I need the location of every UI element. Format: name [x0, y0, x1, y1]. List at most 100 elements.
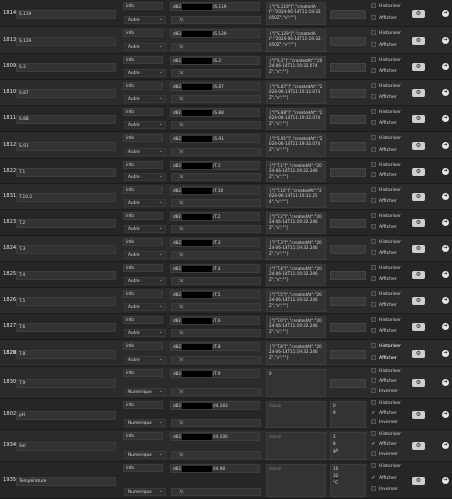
gear-icon[interactable]: ⚙	[412, 115, 425, 123]
afficher-checkbox[interactable]: Afficher	[371, 378, 397, 384]
afficher-checkbox[interactable]: Afficher	[371, 328, 397, 334]
logical-id-input[interactable]: d82/S.88	[170, 108, 260, 117]
checkbox-box[interactable]	[371, 83, 376, 88]
checkbox-box[interactable]	[371, 463, 376, 469]
checkbox-box[interactable]	[371, 328, 376, 333]
afficher-checkbox[interactable]: ✓ Afficher	[371, 441, 396, 447]
gear-icon[interactable]: ⚙	[412, 89, 425, 97]
command-name-input[interactable]: S.91	[16, 142, 116, 151]
unit-input[interactable]: ℳ	[171, 148, 261, 156]
checkbox-box[interactable]	[371, 213, 376, 218]
config-input[interactable]	[330, 271, 366, 280]
checkbox-box[interactable]	[371, 378, 376, 383]
config-input[interactable]	[330, 115, 366, 124]
gear-icon[interactable]: ⚙	[412, 271, 425, 279]
command-subtype-select[interactable]: Autre	[124, 173, 166, 181]
unit-input[interactable]: ℳ	[171, 95, 261, 103]
config-input[interactable]	[330, 89, 366, 98]
historiser-checkbox[interactable]: Historiser	[371, 109, 401, 115]
arrow-right-circle-icon[interactable]: ➜	[442, 193, 449, 200]
command-subtype-select[interactable]: Autre	[124, 95, 166, 103]
afficher-checkbox[interactable]: Afficher	[371, 250, 397, 256]
arrow-right-circle-icon[interactable]: ➜	[442, 115, 449, 122]
gear-icon[interactable]: ⚙	[412, 477, 425, 485]
arrow-right-circle-icon[interactable]: ➜	[442, 89, 449, 96]
command-name-input[interactable]: T.2	[16, 219, 116, 228]
command-name-input[interactable]: T.3	[16, 245, 116, 254]
logical-id-input[interactable]: d82/T.3	[170, 238, 260, 247]
unit-input[interactable]: ℳ	[171, 199, 261, 207]
historiser-checkbox[interactable]: Historiser	[371, 187, 401, 193]
logical-id-input[interactable]: d82/S.87	[170, 82, 260, 91]
checkbox-box[interactable]	[371, 3, 376, 9]
historiser-checkbox[interactable]: Historiser	[371, 431, 401, 437]
command-name-input[interactable]: S.119	[16, 10, 116, 19]
unit-input[interactable]: ℳ	[171, 43, 261, 51]
historiser-checkbox[interactable]: Historiser	[371, 291, 401, 297]
command-subtype-select[interactable]: Numerique	[124, 488, 166, 496]
min-max-fields[interactable]: 10 32 °C	[330, 464, 366, 497]
logical-id-input[interactable]: d82/T.10	[170, 186, 260, 195]
config-input[interactable]	[330, 219, 366, 228]
config-input[interactable]	[330, 297, 366, 306]
arrow-right-circle-icon[interactable]: ➜	[442, 142, 449, 149]
gear-icon[interactable]: ⚙	[412, 323, 425, 331]
inverser-checkbox[interactable]: Inverser	[371, 388, 398, 394]
afficher-checkbox[interactable]: ✓ Afficher	[371, 475, 396, 481]
unit-input[interactable]: ℳ	[171, 251, 261, 259]
gear-icon[interactable]: ⚙	[412, 193, 425, 201]
inverser-checkbox[interactable]: Inverser	[371, 451, 398, 457]
checkbox-box[interactable]	[371, 41, 376, 47]
command-name-input[interactable]: pH	[16, 411, 116, 420]
checkbox-box[interactable]	[371, 198, 376, 203]
config-input[interactable]	[330, 63, 366, 72]
arrow-right-circle-icon[interactable]: ➜	[442, 411, 449, 418]
historiser-checkbox[interactable]: Historiser	[371, 317, 401, 323]
unit-input[interactable]: ℳ	[171, 173, 261, 181]
logical-id-input[interactable]: d82/S.119	[170, 2, 260, 11]
config-input[interactable]	[330, 245, 366, 254]
afficher-checkbox[interactable]: ✓ Afficher	[371, 410, 396, 416]
checkbox-box[interactable]	[371, 419, 376, 425]
historiser-checkbox[interactable]: Historiser	[371, 3, 401, 9]
command-name-input[interactable]: T.1	[16, 168, 116, 177]
command-subtype-select[interactable]: Autre	[124, 148, 166, 156]
unit-input[interactable]: ℳ	[171, 303, 261, 311]
afficher-checkbox[interactable]: Afficher	[371, 68, 397, 74]
checkbox-box[interactable]	[371, 187, 376, 192]
checkbox-box[interactable]	[371, 368, 376, 373]
config-input[interactable]	[330, 350, 366, 359]
afficher-checkbox[interactable]: Afficher	[371, 120, 397, 126]
afficher-checkbox[interactable]: Afficher	[371, 276, 397, 282]
gear-icon[interactable]: ⚙	[412, 350, 425, 358]
logical-id-input[interactable]: d82/S.129	[170, 29, 260, 38]
command-subtype-select[interactable]: Autre	[124, 69, 166, 77]
logical-id-input[interactable]: d82/I4.100	[170, 432, 260, 441]
checkbox-box[interactable]	[371, 146, 376, 152]
gear-icon[interactable]: ⚙	[412, 411, 425, 419]
command-subtype-select[interactable]: Autre	[124, 251, 166, 259]
logical-id-input[interactable]: d82/I4.98	[170, 464, 260, 473]
command-subtype-select[interactable]: Autre	[124, 16, 166, 24]
gear-icon[interactable]: ⚙	[412, 297, 425, 305]
unit-input[interactable]: ℳ	[171, 121, 261, 129]
command-name-input[interactable]: Température	[16, 477, 116, 486]
unit-input[interactable]: ℳ	[171, 277, 261, 285]
historiser-checkbox[interactable]: Historiser	[371, 343, 401, 349]
checkbox-box[interactable]	[371, 343, 376, 349]
afficher-checkbox[interactable]: Afficher	[371, 172, 397, 178]
checkbox-box[interactable]	[371, 30, 376, 36]
unit-input[interactable]: ℳ	[171, 356, 261, 364]
command-name-input[interactable]: T.10.2	[16, 193, 116, 202]
arrow-right-circle-icon[interactable]: ➜	[442, 477, 449, 484]
checkbox-box[interactable]	[371, 265, 376, 270]
arrow-right-circle-icon[interactable]: ➜	[442, 379, 449, 386]
min-max-fields[interactable]: 0 9	[330, 401, 366, 428]
unit-input[interactable]: ℳ	[171, 329, 261, 337]
command-subtype-select[interactable]: Autre	[124, 303, 166, 311]
historiser-checkbox[interactable]: Historiser	[371, 368, 401, 374]
command-subtype-select[interactable]: Autre	[124, 43, 166, 51]
afficher-checkbox[interactable]: Afficher	[371, 354, 397, 361]
checkbox-box[interactable]	[371, 486, 376, 492]
gear-icon[interactable]: ⚙	[412, 10, 425, 18]
